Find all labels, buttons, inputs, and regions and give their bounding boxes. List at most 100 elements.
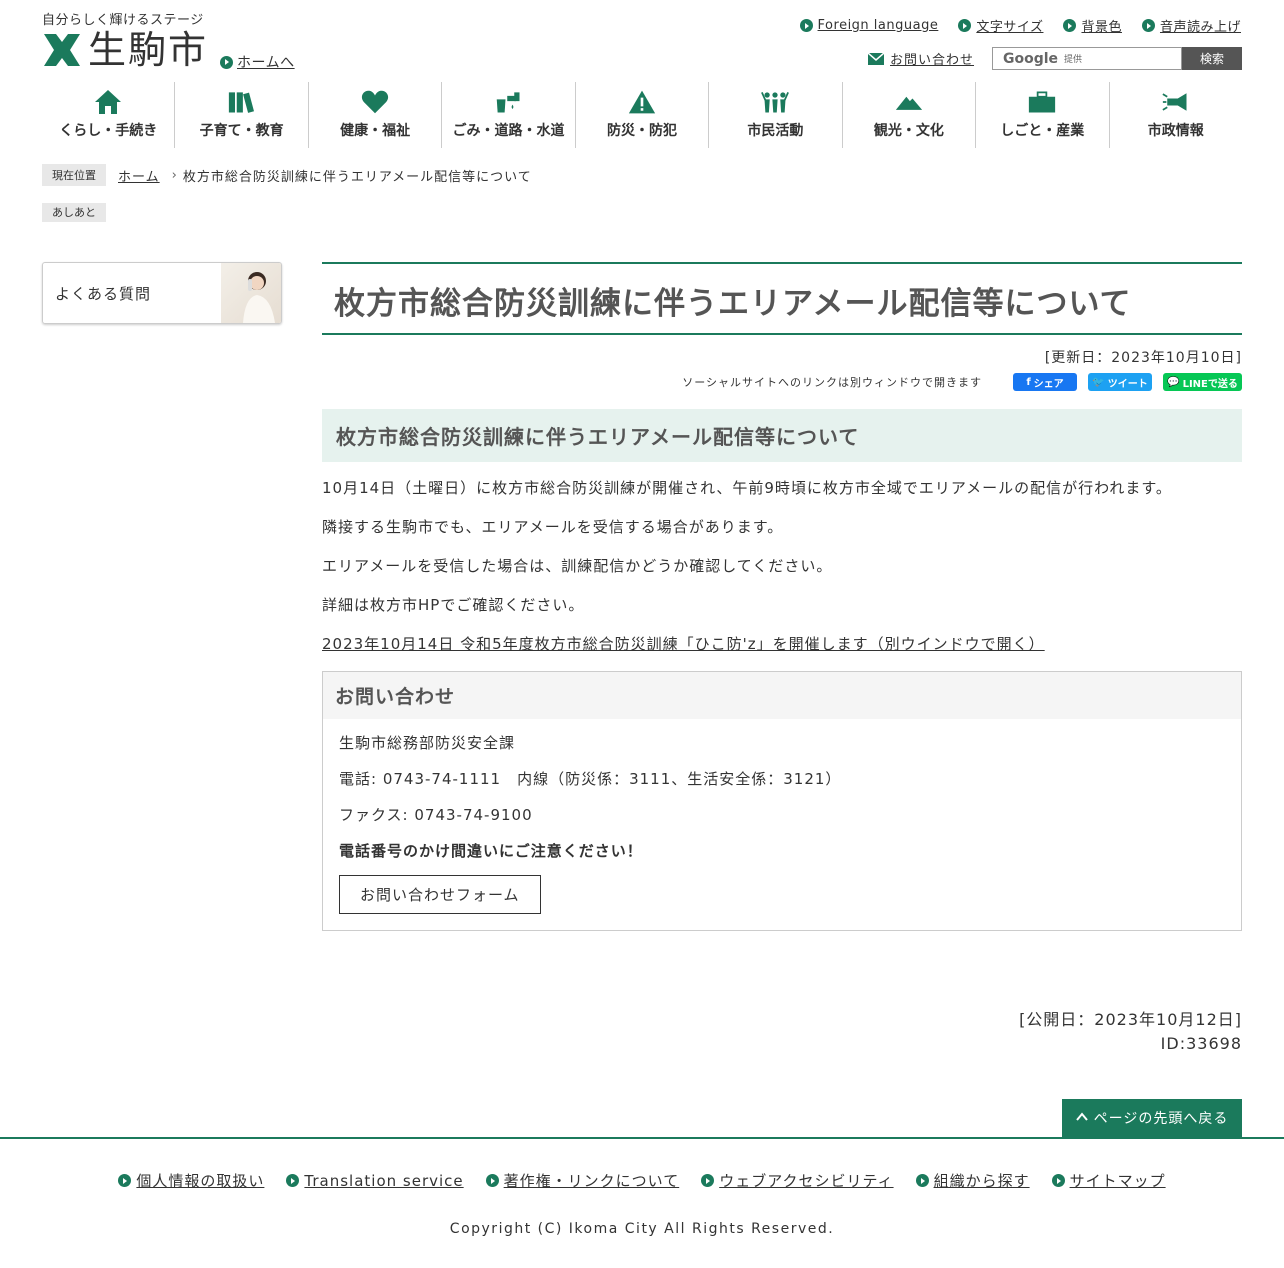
contact-body: 生駒市総務部防災安全課 電話: 0743-74-1111 内線（防災係：3111… xyxy=(323,719,1241,930)
search-button[interactable]: 検索 xyxy=(1182,47,1242,70)
nav-item-city-government[interactable]: 市政情報 xyxy=(1110,82,1242,148)
font-size-link[interactable]: 文字サイズ xyxy=(958,16,1043,35)
footprints-label-wrap: あしあと xyxy=(42,201,106,222)
text-to-speech-link[interactable]: 音声読み上げ xyxy=(1141,16,1241,35)
footer-link-copyright[interactable]: 著作権・リンクについて xyxy=(485,1170,680,1191)
paragraph: 隣接する生駒市でも、エリアメールを受信する場合があります。 xyxy=(322,518,784,536)
heart-icon xyxy=(361,88,389,116)
breadcrumb-label: 現在位置 xyxy=(42,164,106,186)
footer-link-translation[interactable]: Translation service xyxy=(286,1170,463,1191)
facebook-share-button[interactable]: f シェア xyxy=(1013,373,1077,391)
mail-icon xyxy=(868,52,884,65)
search-input[interactable]: Google 提供 xyxy=(992,47,1182,70)
background-color-link[interactable]: 背景色 xyxy=(1063,16,1122,35)
social-share-bar: ソーシャルサイトへのリンクは別ウィンドウで開きます f シェア 🐦 ツイート 💬 LI… xyxy=(322,373,1242,391)
contact-warning: 電話番号のかけ間違いにご注意ください！ xyxy=(339,842,643,860)
nav-item-health[interactable]: 健康・福祉 xyxy=(309,82,443,148)
house-icon xyxy=(94,88,122,116)
faucet-icon xyxy=(495,88,523,116)
arrow-bullet-icon xyxy=(1063,19,1077,32)
home-link-label[interactable]: ホームへ xyxy=(237,52,295,72)
arrow-bullet-icon xyxy=(799,19,813,32)
arrow-bullet-icon xyxy=(1141,19,1155,32)
megaphone-icon xyxy=(1162,88,1190,116)
back-to-top-label: ページの先頭へ戻る xyxy=(1093,1111,1229,1127)
footer-link-privacy[interactable]: 個人情報の取扱い xyxy=(118,1170,264,1191)
mountain-icon xyxy=(895,88,923,116)
updated-date: [更新日：2023年10月10日] xyxy=(1044,350,1242,366)
contact-phone: 電話: 0743-74-1111 内線（防災係：3111、生活安全係：3121） xyxy=(339,770,842,788)
footer-link-organization[interactable]: 組織から探す xyxy=(915,1170,1030,1191)
nav-item-waste-roads-water[interactable]: ごみ・道路・水道 xyxy=(442,82,576,148)
utility-links: Foreign language 文字サイズ 背景色 音声読み上げ xyxy=(799,16,1241,35)
faq-photo xyxy=(221,263,281,323)
footer-link-accessibility[interactable]: ウェブアクセシビリティ xyxy=(701,1170,893,1191)
nav-item-disaster-prevention[interactable]: 防災・防犯 xyxy=(576,82,710,148)
global-nav: くらし・手続き 子育て・教育 健康・福祉 ごみ・道路・水道 防災・防犯 市民活動… xyxy=(42,82,1242,148)
logo-text: 生駒市 xyxy=(88,28,209,72)
google-label: Google xyxy=(1003,50,1059,67)
arrow-bullet-icon xyxy=(915,1174,929,1187)
nav-item-citizen-activities[interactable]: 市民活動 xyxy=(709,82,843,148)
arrow-bullet-icon xyxy=(220,55,233,69)
contact-box: お問い合わせ 生駒市総務部防災安全課 電話: 0743-74-1111 内線（防… xyxy=(322,671,1242,931)
paragraph: 10月14日（土曜日）に枚方市総合防災訓練が開催され、午前9時頃に枚方市全域でエ… xyxy=(322,479,1172,497)
back-to-top-button[interactable]: ページの先頭へ戻る xyxy=(1062,1099,1242,1137)
arrow-bullet-icon xyxy=(485,1174,499,1187)
paragraph: 詳細は枚方市HPでご確認ください。 xyxy=(322,596,585,614)
published-date: [公開日：2023年10月12日] xyxy=(1019,1010,1242,1029)
tagline: 自分らしく輝けるステージ xyxy=(42,13,204,28)
breadcrumb-home-link[interactable]: ホーム xyxy=(118,166,160,185)
breadcrumb-current: 枚方市総合防災訓練に伴うエリアメール配信等について xyxy=(182,169,532,185)
contact-dept: 生駒市総務部防災安全課 xyxy=(339,734,516,752)
chevron-right-icon: › xyxy=(171,167,177,183)
page-id: ID:33698 xyxy=(1160,1034,1242,1053)
contact-fax: ファクス: 0743-74-9100 xyxy=(339,806,533,824)
line-icon: 💬 xyxy=(1167,376,1180,388)
chevron-up-icon xyxy=(1075,1110,1088,1126)
inquiry-form-button[interactable]: お問い合わせフォーム xyxy=(339,875,541,914)
footer-link-sitemap[interactable]: サイトマップ xyxy=(1051,1170,1166,1191)
site-logo[interactable]: 生駒市 xyxy=(42,30,208,70)
nav-item-childcare[interactable]: 子育て・教育 xyxy=(175,82,309,148)
external-link-paragraph: 2023年10月14日 令和5年度枚方市総合防災訓練「ひこ防'z」を開催します（… xyxy=(322,632,1242,656)
facebook-icon: f xyxy=(1026,376,1031,388)
inquiry-label[interactable]: お問い合わせ xyxy=(890,49,974,68)
arrow-bullet-icon xyxy=(701,1174,715,1187)
google-provided-label: 提供 xyxy=(1064,55,1083,65)
nav-item-tourism-culture[interactable]: 観光・文化 xyxy=(843,82,977,148)
nav-item-work-industry[interactable]: しごと・産業 xyxy=(976,82,1110,148)
footer-divider xyxy=(0,1137,1284,1139)
arrow-bullet-icon xyxy=(958,19,972,32)
page-title: 枚方市総合防災訓練に伴うエリアメール配信等について xyxy=(322,262,1242,335)
arrow-bullet-icon xyxy=(286,1174,300,1187)
section-heading: 枚方市総合防災訓練に伴うエリアメール配信等について xyxy=(322,409,1242,462)
faq-label: よくある質問 xyxy=(55,284,152,303)
line-share-button[interactable]: 💬 LINEで送る xyxy=(1163,373,1242,391)
hirakata-drill-link[interactable]: 2023年10月14日 令和5年度枚方市総合防災訓練「ひこ防'z」を開催します（… xyxy=(322,635,1045,653)
contact-title: お問い合わせ xyxy=(323,672,1241,719)
copyright: Copyright (C) Ikoma City All Rights Rese… xyxy=(449,1221,835,1237)
people-icon xyxy=(761,88,790,116)
foreign-language-link[interactable]: Foreign language xyxy=(799,16,939,35)
logo-mark-icon xyxy=(44,34,80,66)
faq-banner[interactable]: よくある質問 xyxy=(42,262,282,324)
warning-icon xyxy=(628,88,656,116)
nav-item-living[interactable]: くらし・手続き xyxy=(42,82,176,148)
breadcrumb: 現在位置 ホーム › 枚方市総合防災訓練に伴うエリアメール配信等について xyxy=(42,164,532,186)
inquiry-link[interactable]: お問い合わせ xyxy=(868,49,974,68)
arrow-bullet-icon xyxy=(1051,1174,1065,1187)
footer-links: 個人情報の取扱い Translation service 著作権・リンクについて… xyxy=(0,1170,1284,1191)
social-note: ソーシャルサイトへのリンクは別ウィンドウで開きます xyxy=(682,376,982,389)
twitter-bird-icon: 🐦 xyxy=(1092,376,1105,388)
briefcase-icon xyxy=(1028,88,1056,116)
site-search: Google 提供 検索 xyxy=(992,47,1242,70)
main-content: 枚方市総合防災訓練に伴うエリアメール配信等について [更新日：2023年10月1… xyxy=(322,262,1242,931)
books-icon xyxy=(228,88,256,116)
page-info: [公開日：2023年10月12日] ID:33698 xyxy=(1019,1008,1242,1056)
home-link[interactable]: ホームへ xyxy=(220,52,295,72)
twitter-share-button[interactable]: 🐦 ツイート xyxy=(1088,373,1152,391)
arrow-bullet-icon xyxy=(118,1174,132,1187)
paragraph: エリアメールを受信した場合は、訓練配信かどうか確認してください。 xyxy=(322,557,833,575)
footprints-label: あしあと xyxy=(42,203,106,222)
